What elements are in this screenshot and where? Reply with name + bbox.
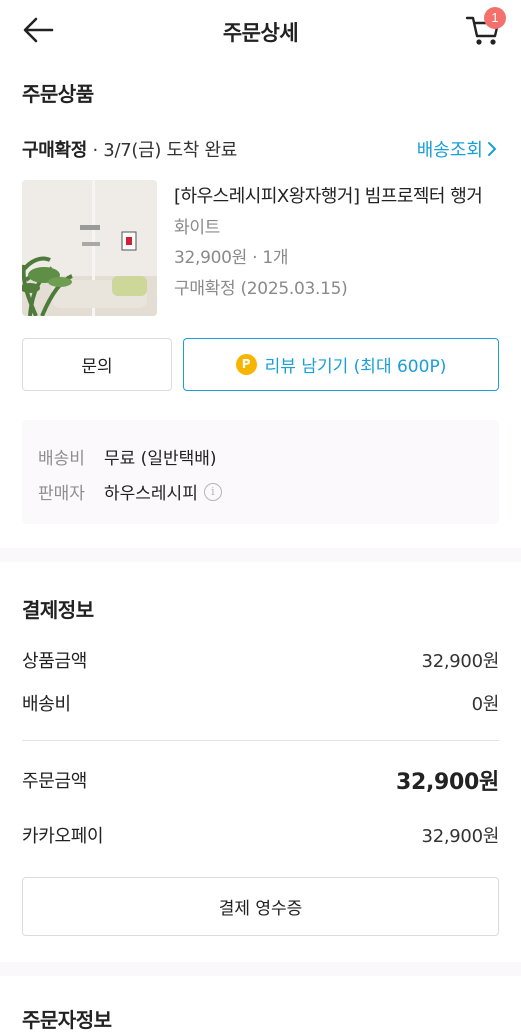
page-title: 주문상세 [222, 21, 299, 45]
inquiry-button[interactable]: 문의 [22, 338, 172, 391]
track-shipment-label: 배송조회 [416, 140, 483, 161]
product-amount-value: 32,900원 [421, 651, 500, 672]
order-status: 구매확정 · 3/7(금) 도착 완료 [22, 136, 237, 162]
section-divider-2 [0, 962, 521, 976]
point-coin-icon: P [235, 354, 257, 375]
payment-divider [22, 740, 499, 741]
payment-method-value: 32,900원 [421, 826, 500, 847]
seller-name[interactable]: 하우스레시피 [104, 479, 198, 504]
seller-label: 판매자 [38, 484, 85, 504]
product-option: 화이트 [174, 218, 221, 238]
inquiry-label: 문의 [81, 357, 113, 377]
info-icon[interactable]: i [203, 482, 222, 501]
payment-info-title: 결제정보 [22, 598, 94, 622]
status-detail: · 3/7(금) 도착 완료 [87, 140, 237, 161]
product-name[interactable]: [하우스레시피X왕자행거] 빔프로젝터 행거 [174, 182, 483, 208]
write-review-label: 리뷰 남기기 (최대 600P) [264, 357, 447, 377]
order-items-title: 주문상품 [22, 82, 94, 106]
track-shipment-link[interactable]: 배송조회 [417, 136, 497, 162]
status-label: 구매확정 [22, 140, 88, 161]
shipping-fee-value: 무료 (일반택배) [104, 444, 217, 469]
shipping-fee-label: 배송비 [38, 449, 85, 469]
order-total-label: 주문금액 [22, 771, 88, 792]
payment-method-label: 카카오페이 [22, 826, 104, 847]
write-review-button[interactable]: P 리뷰 남기기 (최대 600P) [183, 338, 499, 391]
seller-value: 하우스레시피 i [104, 479, 222, 504]
payment-receipt-label: 결제 영수증 [218, 899, 303, 919]
order-total-value: 32,900원 [395, 770, 499, 795]
purchase-confirm-date: 구매확정 (2025.03.15) [174, 279, 348, 299]
orderer-info-title: 주문자정보 [22, 1008, 112, 1032]
section-divider [0, 548, 521, 562]
shipping-cost-label: 배송비 [22, 694, 71, 715]
shipping-cost-value: 0원 [471, 694, 500, 715]
top-bar: 주문상세 1 [0, 0, 521, 60]
cart-count-badge: 1 [484, 7, 506, 29]
product-amount-label: 상품금액 [22, 651, 88, 672]
product-price-quantity: 32,900원 · 1개 [174, 248, 289, 268]
shipping-fee-text: 무료 (일반택배) [104, 449, 217, 469]
chevron-right-icon [488, 142, 496, 156]
payment-receipt-button[interactable]: 결제 영수증 [22, 877, 499, 936]
product-thumbnail[interactable] [22, 180, 157, 316]
shipping-info-box: 배송비 무료 (일반택배) 판매자 하우스레시피 i [22, 420, 499, 524]
